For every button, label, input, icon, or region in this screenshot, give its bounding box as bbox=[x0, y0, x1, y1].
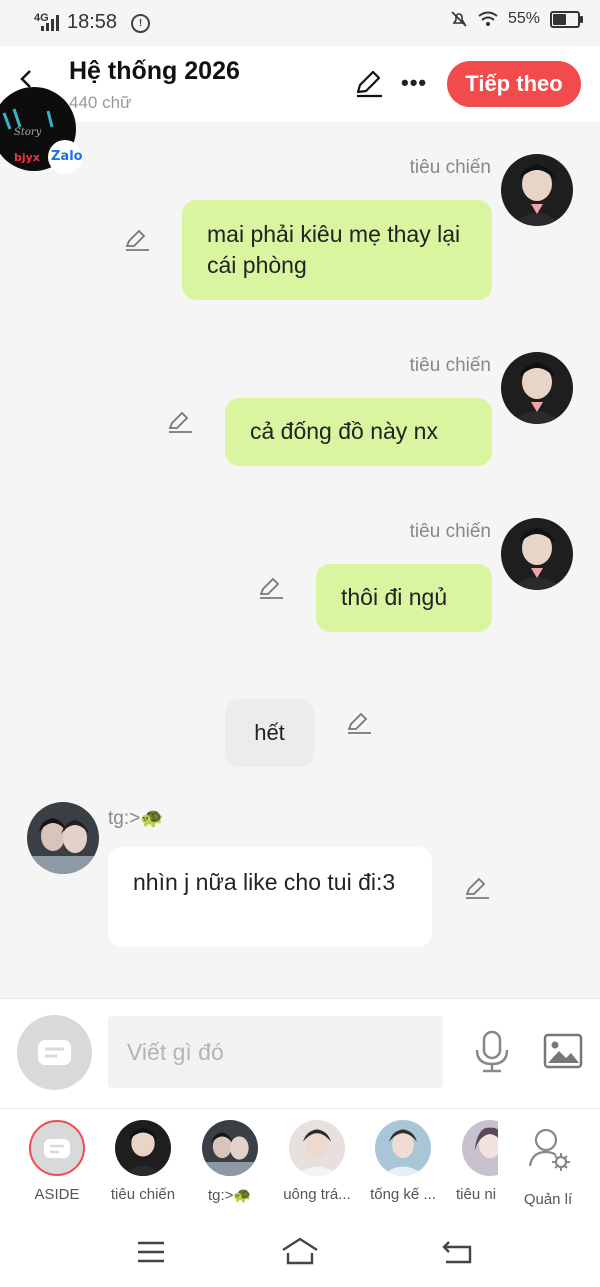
edit-message-icon[interactable] bbox=[346, 711, 372, 735]
more-options-icon[interactable]: ••• bbox=[401, 70, 427, 96]
edit-message-icon[interactable] bbox=[258, 576, 284, 600]
character-label: uông trá... bbox=[283, 1186, 351, 1203]
avatar bbox=[462, 1120, 498, 1176]
avatar bbox=[115, 1120, 171, 1176]
character-label: ASIDE bbox=[34, 1186, 80, 1203]
signal-icon bbox=[41, 15, 59, 31]
message-bubble[interactable]: thôi đi ngủ bbox=[316, 564, 492, 632]
manage-button[interactable]: Quản lí bbox=[508, 1120, 588, 1208]
message-bubble[interactable]: nhìn j nữa like cho tui đi:3 bbox=[108, 847, 432, 947]
avatar[interactable] bbox=[501, 518, 573, 590]
avatar[interactable] bbox=[27, 802, 99, 874]
character-label: tiêu ni bbox=[456, 1186, 497, 1203]
battery-percent: 55% bbox=[507, 10, 540, 27]
character-label: tg:>🐢 bbox=[207, 1187, 253, 1204]
app-status-icon: ! bbox=[131, 14, 150, 33]
character-aside[interactable]: ASIDE bbox=[17, 1120, 97, 1203]
message-bubble[interactable]: cả đống đồ này nx bbox=[225, 398, 492, 466]
edit-message-icon[interactable] bbox=[464, 876, 490, 900]
user-settings-icon bbox=[528, 1128, 570, 1171]
image-icon[interactable] bbox=[543, 1033, 583, 1069]
aside-toggle-button[interactable] bbox=[17, 1015, 92, 1090]
mute-icon bbox=[451, 11, 467, 27]
home-icon[interactable] bbox=[280, 1236, 320, 1266]
avatar bbox=[375, 1120, 431, 1176]
avatar[interactable] bbox=[501, 154, 573, 226]
status-right: 55% bbox=[450, 10, 583, 28]
svg-text:bjyx: bjyx bbox=[14, 151, 40, 164]
narration-bubble[interactable]: hết bbox=[225, 699, 314, 767]
svg-text:Story: Story bbox=[14, 127, 42, 138]
message-input[interactable]: Viết gì đó bbox=[108, 1016, 443, 1088]
avatar bbox=[202, 1120, 258, 1176]
wifi-icon bbox=[478, 11, 498, 26]
character-item[interactable]: tiêu chiến bbox=[103, 1120, 183, 1203]
clock: 18:58 bbox=[67, 11, 118, 33]
story-title: Hệ thống 2026 bbox=[69, 57, 240, 85]
character-label: tiêu chiến bbox=[110, 1186, 176, 1203]
edit-pencil-icon[interactable] bbox=[354, 70, 384, 98]
character-item[interactable]: uông trá... bbox=[277, 1120, 357, 1203]
battery-icon bbox=[550, 10, 583, 28]
message-speaker: tg:>🐢 bbox=[108, 808, 164, 829]
zalo-badge: Zalo bbox=[51, 149, 83, 164]
message-bubble[interactable]: mai phải kiêu mẹ thay lại cái phòng bbox=[182, 200, 492, 300]
character-item[interactable]: tiêu ni bbox=[450, 1120, 498, 1203]
edit-message-icon[interactable] bbox=[167, 410, 193, 434]
microphone-icon[interactable] bbox=[474, 1030, 510, 1074]
avatar bbox=[289, 1120, 345, 1176]
avatar[interactable] bbox=[501, 352, 573, 424]
message-speaker: tiêu chiến bbox=[409, 521, 491, 542]
edit-message-icon[interactable] bbox=[124, 228, 150, 252]
message-speaker: tiêu chiến bbox=[409, 355, 491, 376]
back-nav-icon[interactable] bbox=[441, 1238, 473, 1266]
character-label: Quản lí bbox=[523, 1191, 573, 1208]
character-item[interactable]: tống kế ... bbox=[363, 1120, 443, 1203]
character-label: tống kế ... bbox=[370, 1186, 436, 1203]
next-button[interactable]: Tiếp theo bbox=[447, 61, 581, 107]
message-speaker: tiêu chiến bbox=[409, 157, 491, 178]
menu-icon[interactable] bbox=[136, 1240, 166, 1264]
aside-icon bbox=[29, 1120, 85, 1176]
aside-icon bbox=[38, 1040, 71, 1065]
character-item[interactable]: tg:>🐢 bbox=[190, 1120, 270, 1204]
